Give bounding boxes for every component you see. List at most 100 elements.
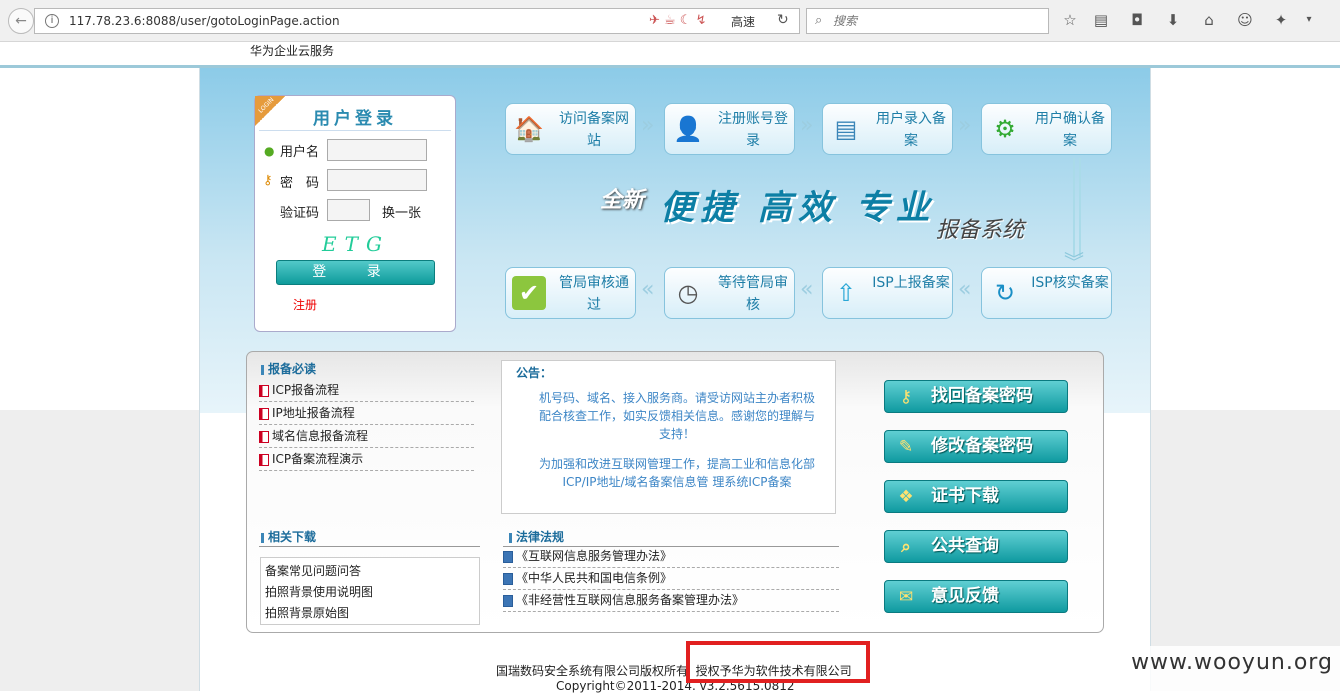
flow-step-label: 用户录入备案 [876, 111, 946, 149]
downloads-title: 相关下载 [261, 528, 316, 545]
download-link[interactable]: 拍照背景使用说明图 [265, 583, 373, 600]
chevron-right-icon: » [800, 113, 814, 138]
notice-paragraph: 机号码、域名、接入服务商。请受访网站主办者积极配合核查工作，如实反馈相关信息。感… [538, 391, 815, 441]
password-label: 密 码 [280, 176, 320, 191]
slogan-prefix: 全新 [600, 188, 645, 213]
notice-box: 公告： 机号码、域名、接入服务商。请受访网站主办者积极配合核查工作，如实反馈相关… [501, 360, 836, 514]
law-link[interactable]: 《中华人民共和国电信条例》 [503, 567, 839, 590]
password-input[interactable] [327, 169, 427, 191]
addon-icon[interactable]: ✦ [1270, 9, 1292, 31]
chevron-right-icon: » [958, 113, 972, 138]
reading-list-icon[interactable]: ▤ [1090, 9, 1112, 31]
gear-icon: ⚙ [994, 115, 1016, 143]
list-item[interactable]: ICP备案流程演示 [259, 448, 474, 471]
flow-step-label: 管局审核通过 [559, 275, 629, 313]
notice-title: 公告： [516, 366, 553, 380]
flow-step-label: 用户确认备案 [1035, 111, 1105, 149]
flow-step-6: ⇧ ISP上报备案 [822, 267, 953, 319]
login-title: 用户登录 [313, 109, 397, 129]
laws-title: 法律法规 [509, 528, 564, 545]
download-icon[interactable]: ⬇ [1162, 9, 1184, 31]
upload-icon: ⇧ [835, 279, 857, 307]
flow-step-4: ⚙ 用户确认备案 [981, 103, 1112, 155]
register-link[interactable]: 注册 [293, 296, 317, 313]
flow-step-2: 👤 注册账号登录 [664, 103, 795, 155]
user-edit-icon: ✎ [898, 437, 914, 457]
chat-icon[interactable]: ☺ [1234, 9, 1256, 31]
list-item[interactable]: 域名信息报备流程 [259, 425, 474, 448]
law-link[interactable]: 《互联网信息服务管理办法》 [503, 545, 839, 568]
flow-connector [1073, 158, 1081, 256]
flow-step-8: ✔ 管局审核通过 [505, 267, 636, 319]
reload-icon[interactable]: ↻ [777, 12, 789, 28]
captcha-input[interactable] [327, 199, 370, 221]
flow-step-label: 访问备案网站 [559, 111, 629, 149]
recover-password-button[interactable]: ⚷ 找回备案密码 [884, 380, 1068, 413]
slogan: 全新 便捷 高效 专业 报备系统 [600, 180, 1060, 243]
flow-step-label: ISP上报备案 [872, 275, 950, 291]
clock-icon: ◷ [677, 279, 699, 307]
must-read-title: 报备必读 [261, 360, 316, 377]
list-item[interactable]: IP地址报备流程 [259, 402, 474, 425]
browser-toolbar: ← i 117.78.23.6:8088/user/gotoLoginPage.… [0, 0, 1340, 42]
watermark: www.wooyun.org [1124, 646, 1340, 691]
key-icon: ⚷ [899, 387, 913, 407]
captcha-image[interactable]: ETG [303, 232, 409, 256]
slogan-main: 便捷 高效 专业 [660, 188, 936, 228]
search-icon: ⌕ [815, 13, 823, 28]
divider [259, 546, 480, 547]
login-button[interactable]: 登 录 [276, 260, 435, 285]
info-panel: 报备必读 ICP报备流程 IP地址报备流程 域名信息报备流程 ICP备案流程演示… [246, 351, 1104, 633]
browser-search-input[interactable] [833, 12, 1033, 30]
feedback-button[interactable]: ✉ 意见反馈 [884, 580, 1068, 613]
check-icon: ✔ [512, 276, 546, 310]
addon-icons[interactable]: ✈ ☕ ☾ ↯ [649, 13, 707, 28]
home-icon[interactable]: ⌂ [1198, 9, 1220, 31]
refresh-captcha-link[interactable]: 换一张 [382, 202, 421, 221]
bookmark-star-icon[interactable]: ☆ [1059, 9, 1081, 31]
download-link[interactable]: 拍照背景原始图 [265, 604, 349, 621]
flow-step-label: 等待管局审核 [718, 275, 788, 313]
login-box: LOGIN 用户登录 ● 用户名 ⚷ 密 码 验证码 换一张 ETG 登 录 注… [254, 95, 456, 332]
chevron-left-icon: « [800, 277, 814, 302]
download-link[interactable]: 备案常见问题问答 [265, 562, 361, 579]
browser-search-box[interactable]: ⌕ [806, 8, 1049, 34]
form-icon: ▤ [834, 115, 858, 143]
certificate-icon: ❖ [898, 487, 914, 507]
pocket-icon[interactable]: ◘ [1126, 9, 1148, 31]
slogan-suffix: 报备系统 [936, 218, 1025, 243]
flow-step-label: 注册账号登录 [718, 111, 788, 149]
flow-step-5: ↻ ISP核实备案 [981, 267, 1112, 319]
username-input[interactable] [327, 139, 427, 161]
menu-dropdown-icon[interactable]: ▾ [1298, 9, 1320, 31]
user-icon: 👤 [673, 115, 703, 143]
house-icon: 🏠 [514, 115, 544, 143]
highlight-box [686, 641, 870, 683]
chevron-left-icon: « [641, 277, 655, 302]
url-text[interactable]: 117.78.23.6:8088/user/gotoLoginPage.acti… [69, 14, 340, 28]
user-icon: ● [264, 144, 275, 158]
site-brand: 华为企业云服务 [250, 44, 335, 58]
chevron-left-icon: « [958, 277, 972, 302]
change-password-button[interactable]: ✎ 修改备案密码 [884, 430, 1068, 463]
key-icon: ⚷ [263, 173, 273, 188]
public-query-button[interactable]: ⌕ 公共查询 [884, 530, 1068, 563]
speed-label[interactable]: 高速 [731, 13, 755, 30]
captcha-label: 验证码 [280, 206, 320, 221]
divider [259, 130, 451, 131]
info-icon[interactable]: i [45, 14, 59, 28]
flow-step-7: ◷ 等待管局审核 [664, 267, 795, 319]
search-icon: ⌕ [901, 537, 911, 557]
notice-paragraph: 为加强和改进互联网管理工作，提高工业和信息化部ICP/IP地址/域名备案信息管 … [538, 457, 815, 489]
law-link[interactable]: 《非经营性互联网信息服务备案管理办法》 [503, 589, 839, 612]
flow-step-3: ▤ 用户录入备案 [822, 103, 953, 155]
back-button[interactable]: ← [8, 8, 34, 34]
address-bar[interactable]: i 117.78.23.6:8088/user/gotoLoginPage.ac… [34, 8, 800, 34]
chevron-right-icon: » [641, 113, 655, 138]
username-label: 用户名 [280, 145, 320, 160]
refresh-icon: ↻ [994, 279, 1016, 307]
downloads-list: 备案常见问题问答 拍照背景使用说明图 拍照背景原始图 [260, 557, 480, 625]
certificate-download-button[interactable]: ❖ 证书下载 [884, 480, 1068, 513]
list-item[interactable]: ICP报备流程 [259, 379, 474, 402]
site-header: 华为企业云服务 [0, 42, 1340, 68]
